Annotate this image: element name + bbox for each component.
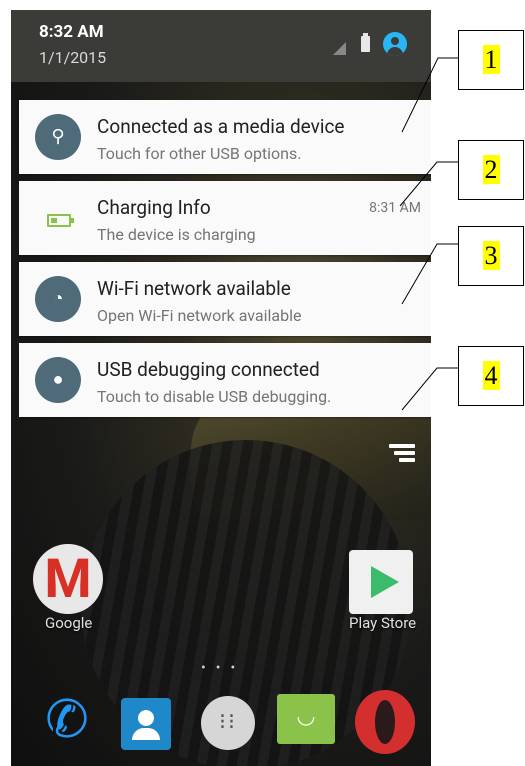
callout-1: 1 bbox=[458, 30, 524, 90]
callout-4: 4 bbox=[458, 346, 524, 406]
callout-leader-lines bbox=[399, 57, 458, 411]
callout-2: 2 bbox=[458, 140, 524, 200]
callout-3: 3 bbox=[458, 226, 524, 286]
